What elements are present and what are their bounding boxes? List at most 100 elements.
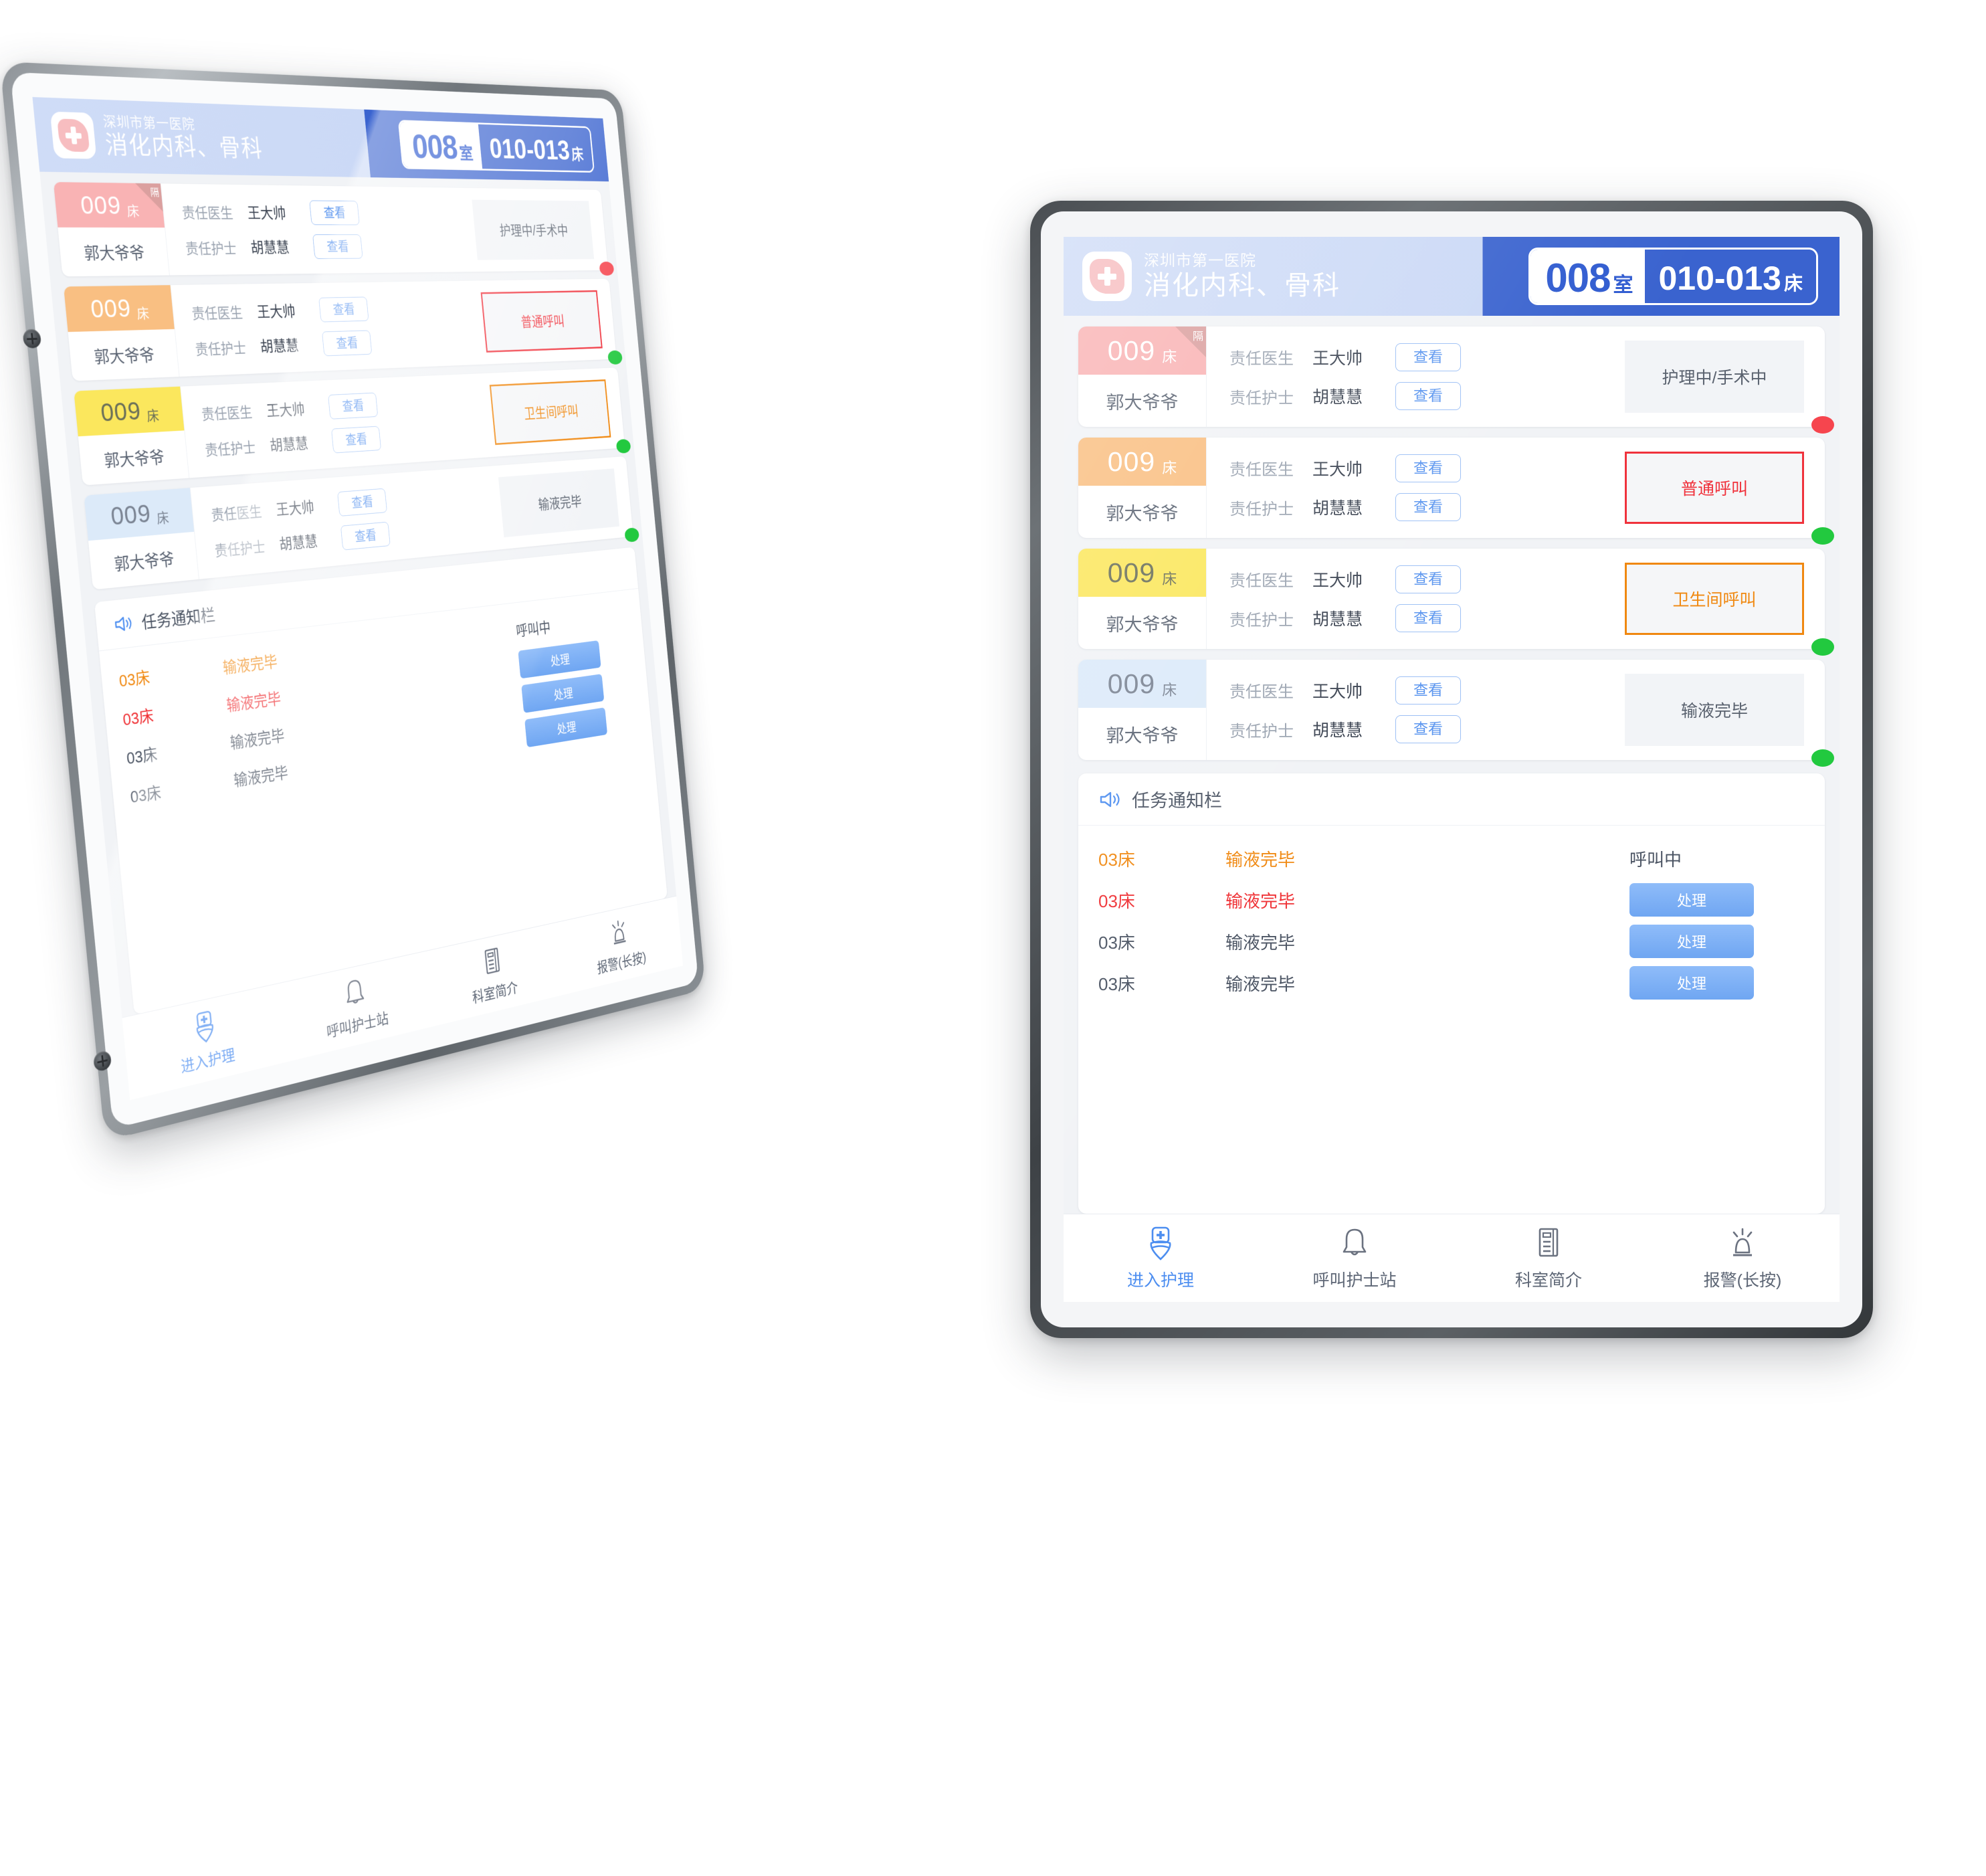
bell-icon <box>1337 1226 1372 1262</box>
view-doctor-button[interactable]: 查看 <box>1395 565 1462 593</box>
task-bed-number: 03床 <box>118 668 151 690</box>
bed-column: 009 床 郭大爷爷 <box>1078 660 1207 760</box>
nurse-label: 责任护士 <box>194 340 247 359</box>
alarm-light-icon <box>1725 1226 1760 1262</box>
task-action-cell: 呼叫中 <box>1629 846 1805 871</box>
nav-item-2[interactable]: 呼叫护士站 <box>1258 1226 1452 1291</box>
view-nurse-button[interactable]: 查看 <box>1395 493 1462 522</box>
view-nurse-button[interactable]: 查看 <box>340 521 391 551</box>
task-notification-header: 任务通知栏 <box>1078 773 1825 826</box>
view-nurse-button[interactable]: 查看 <box>1395 715 1462 744</box>
nurse-row: 责任护士 胡慧慧 查看 <box>204 419 490 462</box>
patient-card[interactable]: 009 床 隔 郭大爷爷 责任医生 王大帅 查看 责任护士 胡慧慧 查看 护理中… <box>1078 326 1834 434</box>
patient-card[interactable]: 009 床 郭大爷爷 责任医生 王大帅 查看 责任护士 胡慧慧 查看 <box>64 278 623 381</box>
speaker-icon <box>113 613 135 634</box>
nav-item-label: 科室简介 <box>472 979 519 1006</box>
view-doctor-button[interactable]: 查看 <box>309 200 360 225</box>
bed-column: 009 床 郭大爷爷 <box>1078 438 1207 538</box>
alarm-light-icon <box>607 916 631 950</box>
view-doctor-button[interactable]: 查看 <box>1395 343 1462 371</box>
nurse-name: 胡慧慧 <box>1312 610 1363 630</box>
doctor-row: 责任医生 王大帅 查看 <box>1229 343 1617 371</box>
patient-name: 郭大爷爷 <box>113 549 175 574</box>
hospital-cross-icon <box>49 111 97 159</box>
room-number: 008 <box>410 126 460 167</box>
bed-number: 009 <box>1107 557 1156 588</box>
bed-number: 009 <box>109 498 153 531</box>
handle-task-button[interactable]: 处理 <box>1629 883 1754 917</box>
doctor-label: 责任医生 <box>1229 572 1294 591</box>
status-column: 输液完毕 <box>1617 660 1825 760</box>
room-unit-label: 室 <box>458 144 474 163</box>
nurse-cap-icon <box>189 1008 221 1047</box>
nurse-name: 胡慧慧 <box>1312 499 1363 519</box>
staff-column: 责任医生 王大帅 查看 责任护士 胡慧慧 查看 <box>191 466 500 579</box>
view-nurse-button[interactable]: 查看 <box>331 426 382 454</box>
doctor-label: 责任医生 <box>210 504 263 525</box>
task-notification-panel: 任务通知栏 03床 输液完毕 呼叫中 03床 输液完毕 处理 03床 输液完毕 … <box>1078 773 1825 1214</box>
doctor-label: 责任医生 <box>201 404 254 424</box>
view-nurse-button[interactable]: 查看 <box>1395 382 1462 411</box>
bed-number: 009 <box>99 395 142 427</box>
patient-status-box[interactable]: 普通呼叫 <box>1625 452 1804 524</box>
nav-item-3[interactable]: 科室简介 <box>1452 1226 1646 1291</box>
bed-number-badge: 009 床 隔 <box>1078 326 1206 375</box>
room-number-block: 008 室 <box>399 121 483 169</box>
task-action-cell: 处理 <box>1629 883 1805 917</box>
tablet-bezel-left: 深圳市第一医院 消化内科、骨科 008 室 010-013 床 009 床 隔 <box>0 61 706 1141</box>
patient-card[interactable]: 009 床 隔 郭大爷爷 责任医生 王大帅 查看 责任护士 胡慧慧 查看 护理中… <box>53 182 615 277</box>
bed-number: 009 <box>1107 668 1156 699</box>
document-icon <box>479 944 506 979</box>
patient-status-box[interactable]: 护理中/手术中 <box>472 199 595 260</box>
task-action-cell: 处理 <box>1629 925 1805 958</box>
patient-status-box[interactable]: 护理中/手术中 <box>1625 341 1804 413</box>
patient-status-box[interactable]: 卫生间呼叫 <box>1625 563 1804 635</box>
patient-name: 郭大爷爷 <box>83 244 146 263</box>
task-action-cell: 处理 <box>1629 966 1805 1000</box>
nav-item-label: 科室简介 <box>1514 1271 1582 1290</box>
bed-number: 009 <box>89 293 132 323</box>
bed-range-value: 010-013 <box>488 132 571 166</box>
patient-status-box[interactable]: 输液完毕 <box>498 468 619 538</box>
patient-status-box[interactable]: 卫生间呼叫 <box>489 379 611 446</box>
view-nurse-button[interactable]: 查看 <box>322 330 373 357</box>
patient-card[interactable]: 009 床 郭大爷爷 责任医生 王大帅 查看 责任护士 胡慧慧 查看 <box>1078 660 1834 767</box>
patient-status-box[interactable]: 普通呼叫 <box>480 290 603 353</box>
status-indicator-dot <box>607 350 623 365</box>
patient-card[interactable]: 009 床 郭大爷爷 责任医生 王大帅 查看 责任护士 胡慧慧 查看 <box>1078 438 1834 545</box>
nav-item-4[interactable]: 报警(长按) <box>1646 1226 1840 1291</box>
nurse-name: 胡慧慧 <box>1312 721 1363 741</box>
hospital-cross-icon <box>1082 252 1132 301</box>
bed-column: 009 床 郭大爷爷 <box>74 386 190 486</box>
staff-column: 责任医生 王大帅 查看 责任护士 胡慧慧 查看 <box>171 281 482 377</box>
view-nurse-button[interactable]: 查看 <box>1395 604 1462 633</box>
staff-column: 责任医生 王大帅 查看 责任护士 胡慧慧 查看 <box>1207 438 1617 538</box>
status-column: 卫生间呼叫 <box>1617 549 1825 649</box>
nurse-label: 责任护士 <box>1229 389 1294 407</box>
bed-number-badge: 009 床 <box>74 386 185 437</box>
task-event-text: 输液完毕 <box>1225 849 1296 870</box>
view-doctor-button[interactable]: 查看 <box>1395 676 1462 705</box>
task-notification-title: 任务通知栏 <box>1132 791 1222 811</box>
header-left-block: 深圳市第一医院 消化内科、骨科 <box>33 110 402 167</box>
status-column: 卫生间呼叫 <box>484 367 625 457</box>
handle-task-button[interactable]: 处理 <box>1629 925 1754 958</box>
patient-card[interactable]: 009 床 郭大爷爷 责任医生 王大帅 查看 责任护士 胡慧慧 查看 <box>1078 549 1834 656</box>
view-doctor-button[interactable]: 查看 <box>318 296 369 322</box>
bed-range-unit-label: 床 <box>571 146 585 164</box>
department-name: 消化内科、骨科 <box>104 131 264 163</box>
view-doctor-button[interactable]: 查看 <box>1395 454 1462 482</box>
view-doctor-button[interactable]: 查看 <box>328 392 379 419</box>
task-notification-title: 任务通知栏 <box>140 605 216 633</box>
nurse-label: 责任护士 <box>204 440 257 460</box>
nav-item-1[interactable]: 进入护理 <box>1064 1226 1258 1291</box>
view-doctor-button[interactable]: 查看 <box>337 488 387 517</box>
view-nurse-button[interactable]: 查看 <box>312 234 363 260</box>
handle-task-button[interactable]: 处理 <box>1629 966 1754 1000</box>
patient-name: 郭大爷爷 <box>93 346 156 367</box>
isolation-flag-label: 隔 <box>1192 331 1203 343</box>
tablet-inner-frame-right: 深圳市第一医院 消化内科、骨科 008 室 010-013 床 009 床 隔 <box>1041 211 1862 1327</box>
doctor-name: 王大帅 <box>1312 349 1363 368</box>
patient-status-box[interactable]: 输液完毕 <box>1625 674 1804 746</box>
nurse-label: 责任护士 <box>1229 722 1294 741</box>
